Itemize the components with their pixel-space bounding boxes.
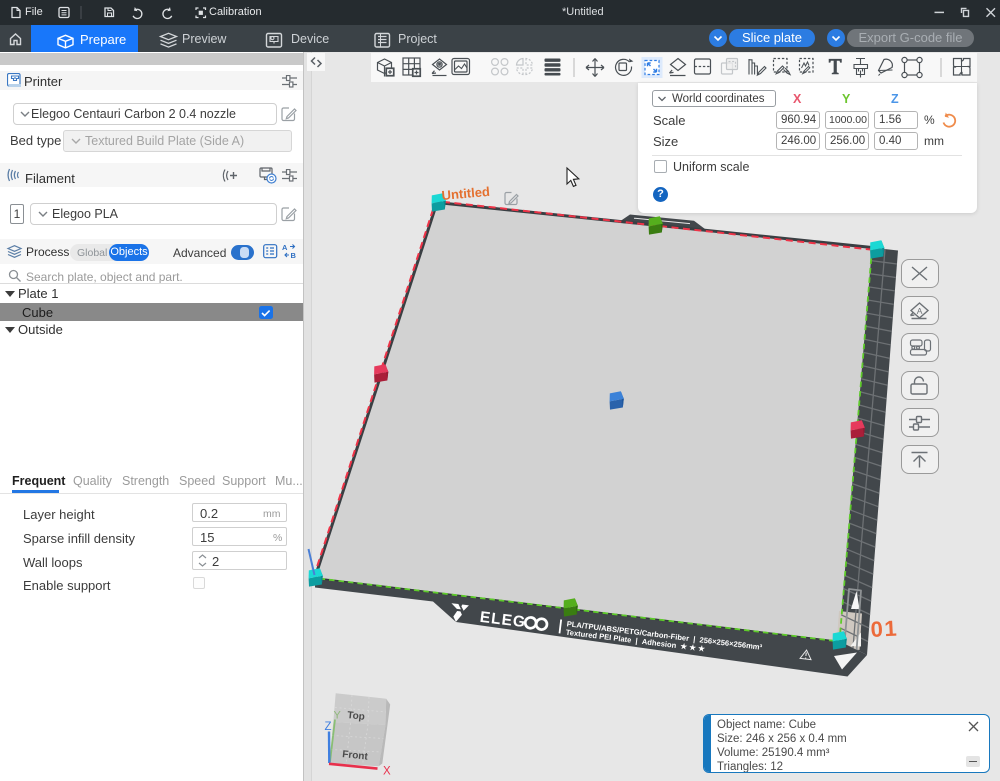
- svg-text:Z: Z: [325, 721, 332, 733]
- svg-text:01: 01: [870, 616, 899, 642]
- svg-text:Untitled: Untitled: [441, 184, 491, 203]
- svg-text:Top: Top: [347, 710, 366, 723]
- svg-text:X: X: [383, 766, 391, 778]
- svg-text:A: A: [917, 306, 923, 316]
